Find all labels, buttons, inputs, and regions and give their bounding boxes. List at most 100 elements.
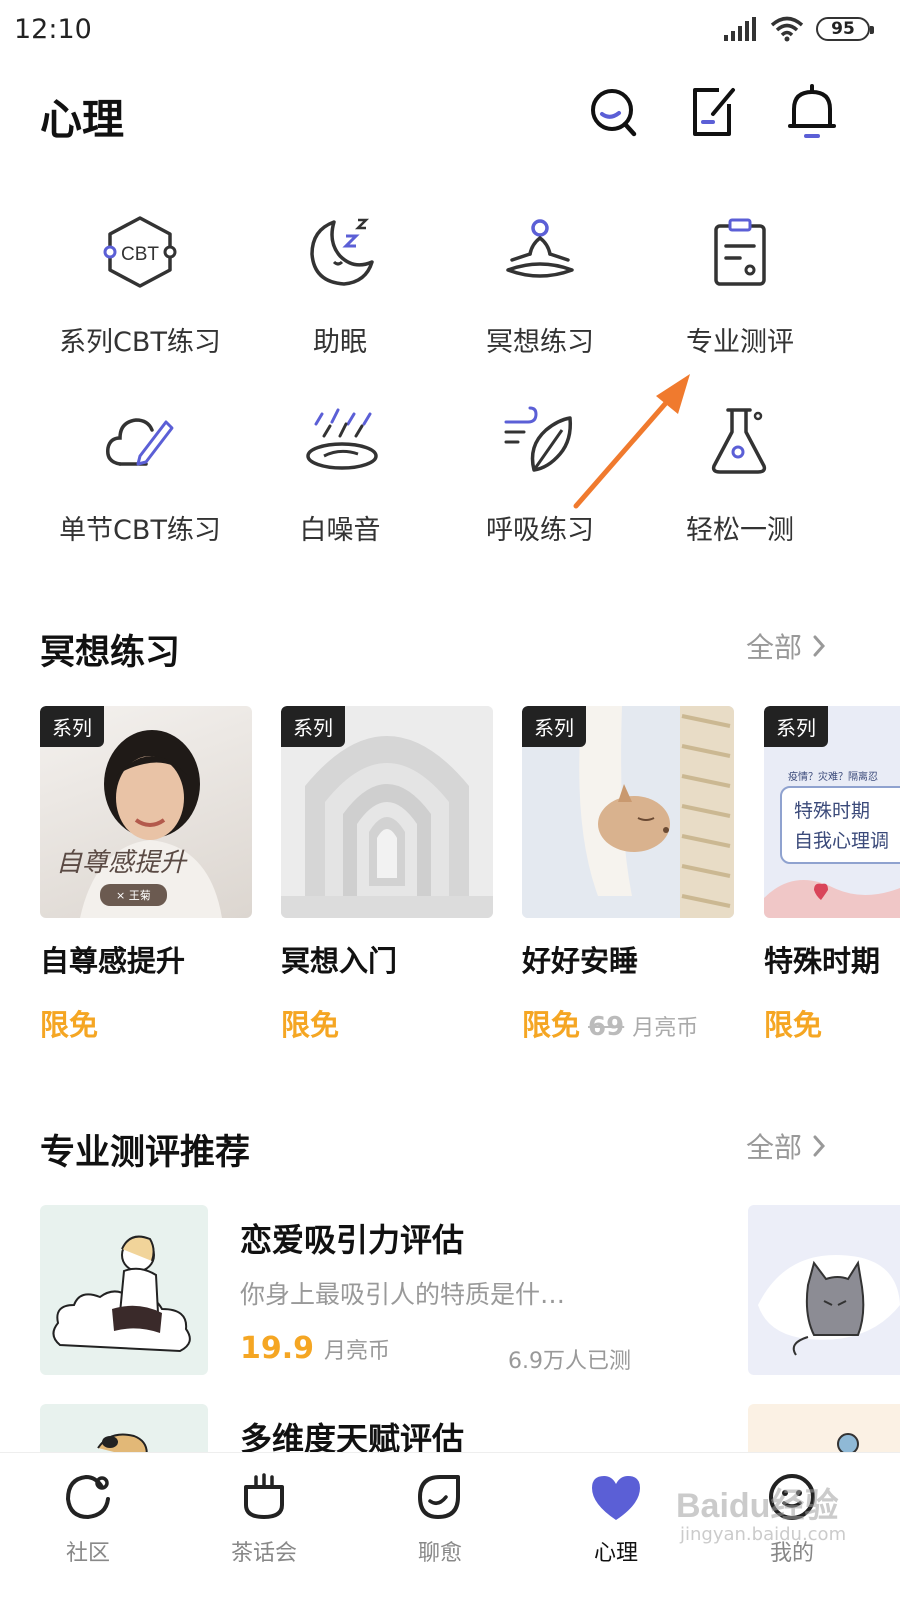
series-badge: 系列	[522, 706, 586, 747]
participant-count: 6.9万人已测	[508, 1349, 631, 1374]
bell-icon	[788, 84, 836, 138]
annotation-arrow	[573, 374, 690, 509]
page-title: 心理	[40, 95, 125, 144]
signal-icon	[724, 17, 756, 41]
cloud-pencil-icon	[106, 418, 174, 466]
grid-item-label: 助眠	[313, 327, 367, 358]
cup-icon	[244, 1473, 284, 1519]
meditation-icon	[506, 219, 574, 278]
page-header: 心理	[0, 70, 900, 160]
status-time: 12:10	[14, 14, 92, 45]
tab-label: 心理	[593, 1541, 638, 1566]
evaluation-description: 你身上最吸引人的特质是什…	[240, 1280, 566, 1309]
grid-item-label: 系列CBT练习	[59, 327, 221, 358]
tab-label: 茶话会	[230, 1541, 297, 1566]
series-badge: 系列	[764, 706, 828, 747]
course-title: 冥想入门	[281, 944, 398, 978]
evaluation-thumbnail-next	[748, 1205, 900, 1375]
cover-small-text: 疫情？灾难？隔离忍	[788, 772, 878, 783]
cbt-hexagon-icon: CBT	[103, 216, 177, 288]
grid-item-series-cbt[interactable]: CBT 系列CBT练习	[40, 212, 240, 362]
series-badge: 系列	[281, 706, 345, 747]
course-cover: 系列	[522, 706, 734, 918]
course-cover: 系列	[281, 706, 493, 918]
free-label: 限免	[764, 1008, 823, 1042]
watermark-url: jingyan.baidu.com	[680, 1524, 847, 1545]
tab-community[interactable]: 社区	[28, 1467, 148, 1597]
cover-title: 自尊感提升	[56, 848, 187, 878]
edit-note-icon	[693, 88, 735, 136]
moon-sleep-icon	[310, 218, 374, 286]
tab-label: 社区	[65, 1541, 110, 1566]
price-unit: 月亮币	[632, 1016, 699, 1041]
course-price: 限免	[40, 1002, 252, 1044]
tab-chat-heal[interactable]: 聊愈	[380, 1467, 500, 1597]
free-label: 限免	[40, 1008, 99, 1042]
notification-button[interactable]	[784, 82, 840, 142]
evaluation-title: 恋爱吸引力评估	[240, 1221, 465, 1259]
course-title: 特殊时期	[764, 944, 881, 978]
grid-item-single-cbt[interactable]: 单节CBT练习	[40, 400, 240, 550]
heart-cloud-illustration	[764, 880, 900, 918]
course-title: 好好安睡	[522, 944, 639, 978]
heart-icon	[592, 1476, 640, 1520]
see-all-label: 全部	[745, 1131, 802, 1164]
course-card[interactable]: 系列 疫情？灾难？隔离忍 特殊时期 自我心理调 特殊时期 限免	[764, 706, 900, 1044]
community-icon	[65, 1474, 110, 1520]
course-price: 限免 69 月亮币	[522, 1002, 734, 1044]
clipboard-icon	[714, 218, 766, 286]
tab-psychology[interactable]: 心理	[556, 1467, 676, 1597]
section-title-meditation: 冥想练习	[40, 633, 181, 673]
search-icon	[591, 89, 637, 137]
chevron-right-icon	[813, 1135, 826, 1157]
wifi-icon	[770, 16, 804, 42]
chevron-right-icon	[813, 635, 826, 657]
tab-tea-party[interactable]: 茶话会	[204, 1467, 324, 1597]
section-title-evaluation: 专业测评推荐	[40, 1133, 251, 1173]
series-badge: 系列	[40, 706, 104, 747]
see-all-evaluation[interactable]: 全部	[746, 1126, 826, 1166]
rain-icon	[306, 408, 378, 470]
svg-text:CBT: CBT	[121, 244, 159, 265]
original-price: 69	[588, 1012, 625, 1042]
watermark: Baidu经验	[676, 1487, 839, 1525]
status-icons: 95	[724, 16, 874, 42]
cover-line2: 自我心理调	[794, 830, 890, 852]
course-card[interactable]: 系列 冥想入门 限免	[281, 706, 493, 1044]
course-cover: 系列 疫情？灾难？隔离忍 特殊时期 自我心理调	[764, 706, 900, 918]
grid-item-professional-eval[interactable]: 专业测评	[640, 212, 840, 362]
cover-line1: 特殊时期	[794, 800, 871, 822]
flask-icon	[711, 408, 767, 474]
course-price: 限免	[764, 1002, 900, 1044]
grid-item-label: 单节CBT练习	[59, 515, 221, 546]
compose-button[interactable]	[686, 82, 742, 142]
status-bar: 12:10 95	[0, 0, 900, 62]
grid-item-label: 冥想练习	[486, 327, 594, 358]
evaluation-thumbnail	[40, 1205, 208, 1375]
see-all-label: 全部	[745, 631, 802, 664]
free-label: 限免	[522, 1008, 581, 1042]
course-cover: 系列 自尊感提升 × 王菊	[40, 706, 252, 918]
evaluation-price: 19.9 月亮币	[240, 1331, 390, 1366]
chat-bubble-icon	[418, 1475, 460, 1519]
cat-illustration	[758, 1255, 900, 1356]
battery-indicator: 95	[816, 17, 874, 41]
course-card[interactable]: 系列 好好安睡 限免 69 月亮币	[522, 706, 734, 1044]
price-unit: 月亮币	[324, 1339, 391, 1364]
tab-label: 聊愈	[417, 1541, 462, 1566]
free-label: 限免	[281, 1008, 340, 1042]
cover-subtitle: × 王菊	[100, 884, 167, 906]
grid-item-white-noise[interactable]: 白噪音	[240, 400, 440, 550]
price-value: 19.9	[240, 1331, 315, 1366]
course-price: 限免	[281, 1002, 493, 1044]
person-on-cloud-illustration	[52, 1235, 191, 1353]
evaluation-item[interactable]: 恋爱吸引力评估 你身上最吸引人的特质是什… 19.9 月亮币 6.9万人已测	[0, 1205, 900, 1379]
grid-item-sleep[interactable]: 助眠	[240, 212, 440, 362]
search-button[interactable]	[586, 82, 642, 142]
grid-item-label: 白噪音	[299, 515, 381, 546]
grid-item-meditation[interactable]: 冥想练习	[440, 212, 640, 362]
course-card[interactable]: 系列 自尊感提升 × 王菊 自尊感提升 限免	[40, 706, 252, 1044]
see-all-meditation[interactable]: 全部	[746, 626, 826, 666]
course-title: 自尊感提升	[40, 944, 186, 978]
grid-item-label: 专业测评	[686, 327, 794, 358]
